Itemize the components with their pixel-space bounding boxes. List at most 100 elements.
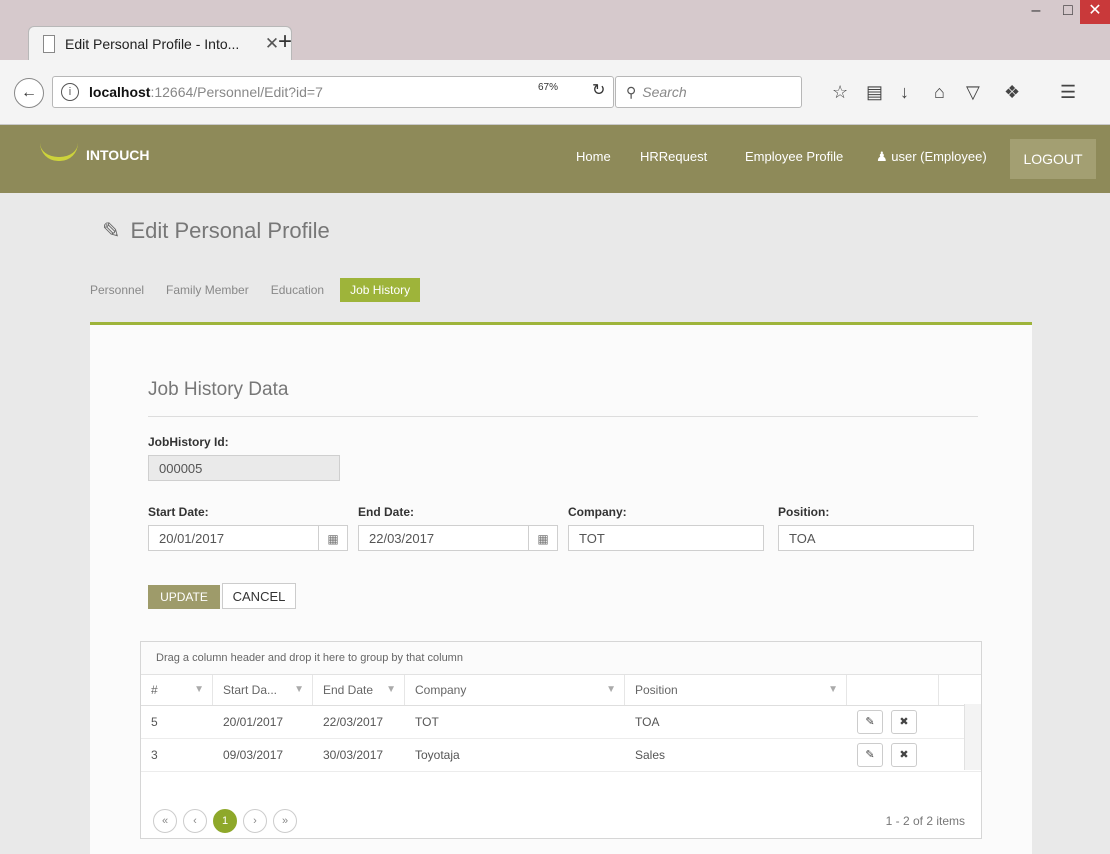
- new-tab-button[interactable]: +: [278, 28, 292, 56]
- start-date-label: Start Date:: [148, 505, 209, 519]
- tab-title: Edit Personal Profile - Into...: [65, 36, 240, 52]
- app-header: INTOUCH Home HRRequest Employee Profile …: [0, 125, 1110, 193]
- cancel-button[interactable]: CANCEL: [222, 583, 296, 609]
- logo-icon: [40, 143, 78, 161]
- column-header-position[interactable]: Position ▼: [625, 675, 847, 705]
- cell-actions: ✎ ✖: [847, 710, 939, 734]
- table-row[interactable]: 5 20/01/2017 22/03/2017 TOT TOA ✎ ✖: [141, 706, 981, 739]
- filter-icon[interactable]: ▼: [386, 675, 396, 705]
- window-minimize-button[interactable]: –: [1020, 0, 1052, 24]
- column-header-company[interactable]: Company ▼: [405, 675, 625, 705]
- search-input[interactable]: ⚲ Search: [615, 76, 802, 108]
- reload-icon[interactable]: ↻: [592, 80, 605, 100]
- logout-button[interactable]: LOGOUT: [1010, 139, 1096, 179]
- download-icon[interactable]: ↓: [900, 82, 909, 103]
- calendar-icon[interactable]: ▦: [528, 526, 557, 550]
- group-drop-area[interactable]: Drag a column header and drop it here to…: [141, 642, 981, 675]
- filter-icon[interactable]: ▼: [194, 675, 204, 705]
- tab-job-history[interactable]: Job History: [340, 278, 421, 302]
- browser-tab[interactable]: Edit Personal Profile - Into... ✕: [28, 26, 292, 61]
- next-page-icon[interactable]: ›: [243, 809, 267, 833]
- bookmark-star-icon[interactable]: ☆: [832, 82, 848, 103]
- edit-icon[interactable]: ✎: [857, 743, 883, 767]
- tab-family-member[interactable]: Family Member: [160, 278, 255, 302]
- nav-home[interactable]: Home: [576, 149, 611, 164]
- section-title: Job History Data: [148, 379, 289, 400]
- url-host: localhost: [89, 84, 151, 100]
- search-placeholder: Search: [642, 84, 687, 100]
- user-icon: ♟: [876, 149, 892, 164]
- column-label: Start Da...: [223, 683, 278, 697]
- prev-page-icon[interactable]: ‹: [183, 809, 207, 833]
- reading-list-icon[interactable]: ▤: [866, 82, 883, 103]
- delete-icon[interactable]: ✖: [891, 743, 917, 767]
- company-field[interactable]: TOT: [568, 525, 764, 551]
- edit-icon[interactable]: ✎: [857, 710, 883, 734]
- page-title-text: Edit Personal Profile: [130, 218, 330, 243]
- nav-employee-profile[interactable]: Employee Profile: [745, 149, 843, 164]
- page-number-button[interactable]: 1: [213, 809, 237, 833]
- start-date-field[interactable]: 20/01/2017 ▦: [148, 525, 348, 551]
- end-date-value: 22/03/2017: [369, 531, 435, 546]
- grid-scrollbar[interactable]: [964, 704, 981, 770]
- column-header-start-date[interactable]: Start Da... ▼: [213, 675, 313, 705]
- calendar-icon[interactable]: ▦: [318, 526, 347, 550]
- home-icon[interactable]: ⌂: [934, 82, 945, 103]
- back-button[interactable]: ←: [14, 78, 44, 108]
- delete-icon[interactable]: ✖: [891, 710, 917, 734]
- tab-personnel[interactable]: Personnel: [84, 278, 150, 302]
- menu-icon[interactable]: ☰: [1060, 82, 1076, 103]
- filter-icon[interactable]: ▼: [294, 675, 304, 705]
- start-date-value: 20/01/2017: [159, 531, 225, 546]
- column-label: #: [151, 683, 158, 697]
- user-label: user (Employee): [891, 149, 987, 164]
- filter-icon[interactable]: ▼: [606, 675, 616, 705]
- job-history-grid: Drag a column header and drop it here to…: [140, 641, 982, 839]
- cell-company: TOT: [415, 715, 439, 729]
- cell-end-date: 22/03/2017: [323, 715, 384, 729]
- update-button[interactable]: UPDATE: [148, 585, 220, 609]
- cell-actions: ✎ ✖: [847, 743, 939, 767]
- extension-icon[interactable]: ❖: [1004, 82, 1020, 103]
- last-page-icon[interactable]: »: [273, 809, 297, 833]
- cell-position: TOA: [635, 715, 660, 729]
- table-row[interactable]: 3 09/03/2017 30/03/2017 Toyotaja Sales ✎…: [141, 739, 981, 772]
- grid-pager: « ‹ 1 › » 1 - 2 of 2 items: [141, 804, 981, 838]
- window-close-button[interactable]: ✕: [1080, 0, 1110, 24]
- url-bar[interactable]: i localhost :12664/Personnel/Edit?id=7: [52, 76, 614, 108]
- search-icon: ⚲: [626, 83, 637, 100]
- column-header-actions: [847, 675, 939, 705]
- cell-number: 5: [151, 715, 158, 729]
- page-favicon-icon: [43, 35, 55, 53]
- browser-navbar: ← i localhost :12664/Personnel/Edit?id=7…: [0, 60, 1110, 125]
- cell-start-date: 09/03/2017: [223, 748, 284, 762]
- position-label: Position:: [778, 505, 830, 519]
- page-info: 1 - 2 of 2 items: [885, 814, 965, 828]
- column-label: Company: [415, 683, 467, 697]
- first-page-icon[interactable]: «: [153, 809, 177, 833]
- cell-number: 3: [151, 748, 158, 762]
- end-date-field[interactable]: 22/03/2017 ▦: [358, 525, 558, 551]
- cell-end-date: 30/03/2017: [323, 748, 384, 762]
- tab-education[interactable]: Education: [265, 278, 330, 302]
- job-history-panel: Job History Data JobHistory Id: 000005 S…: [90, 322, 1032, 854]
- column-header-end-date[interactable]: End Date ▼: [313, 675, 405, 705]
- cell-start-date: 20/01/2017: [223, 715, 284, 729]
- nav-user[interactable]: ♟ user (Employee): [876, 149, 987, 165]
- column-label: Position: [635, 683, 678, 697]
- zoom-level[interactable]: 67%: [538, 82, 558, 93]
- end-date-label: End Date:: [358, 505, 415, 519]
- jobhistory-id-field: 000005: [148, 455, 340, 481]
- nav-hrrequest[interactable]: HRRequest: [640, 149, 707, 164]
- jobhistory-id-label: JobHistory Id:: [148, 435, 229, 449]
- position-field[interactable]: TOA: [778, 525, 974, 551]
- cell-company: Toyotaja: [415, 748, 460, 762]
- pocket-icon[interactable]: ▽: [966, 82, 980, 103]
- section-divider: [148, 416, 978, 417]
- company-label: Company:: [568, 505, 627, 519]
- profile-tabs: Personnel Family Member Education Job Hi…: [84, 278, 430, 302]
- app-logo[interactable]: INTOUCH: [86, 147, 150, 163]
- filter-icon[interactable]: ▼: [828, 675, 838, 705]
- column-header-number[interactable]: # ▼: [141, 675, 213, 705]
- info-icon[interactable]: i: [61, 83, 79, 101]
